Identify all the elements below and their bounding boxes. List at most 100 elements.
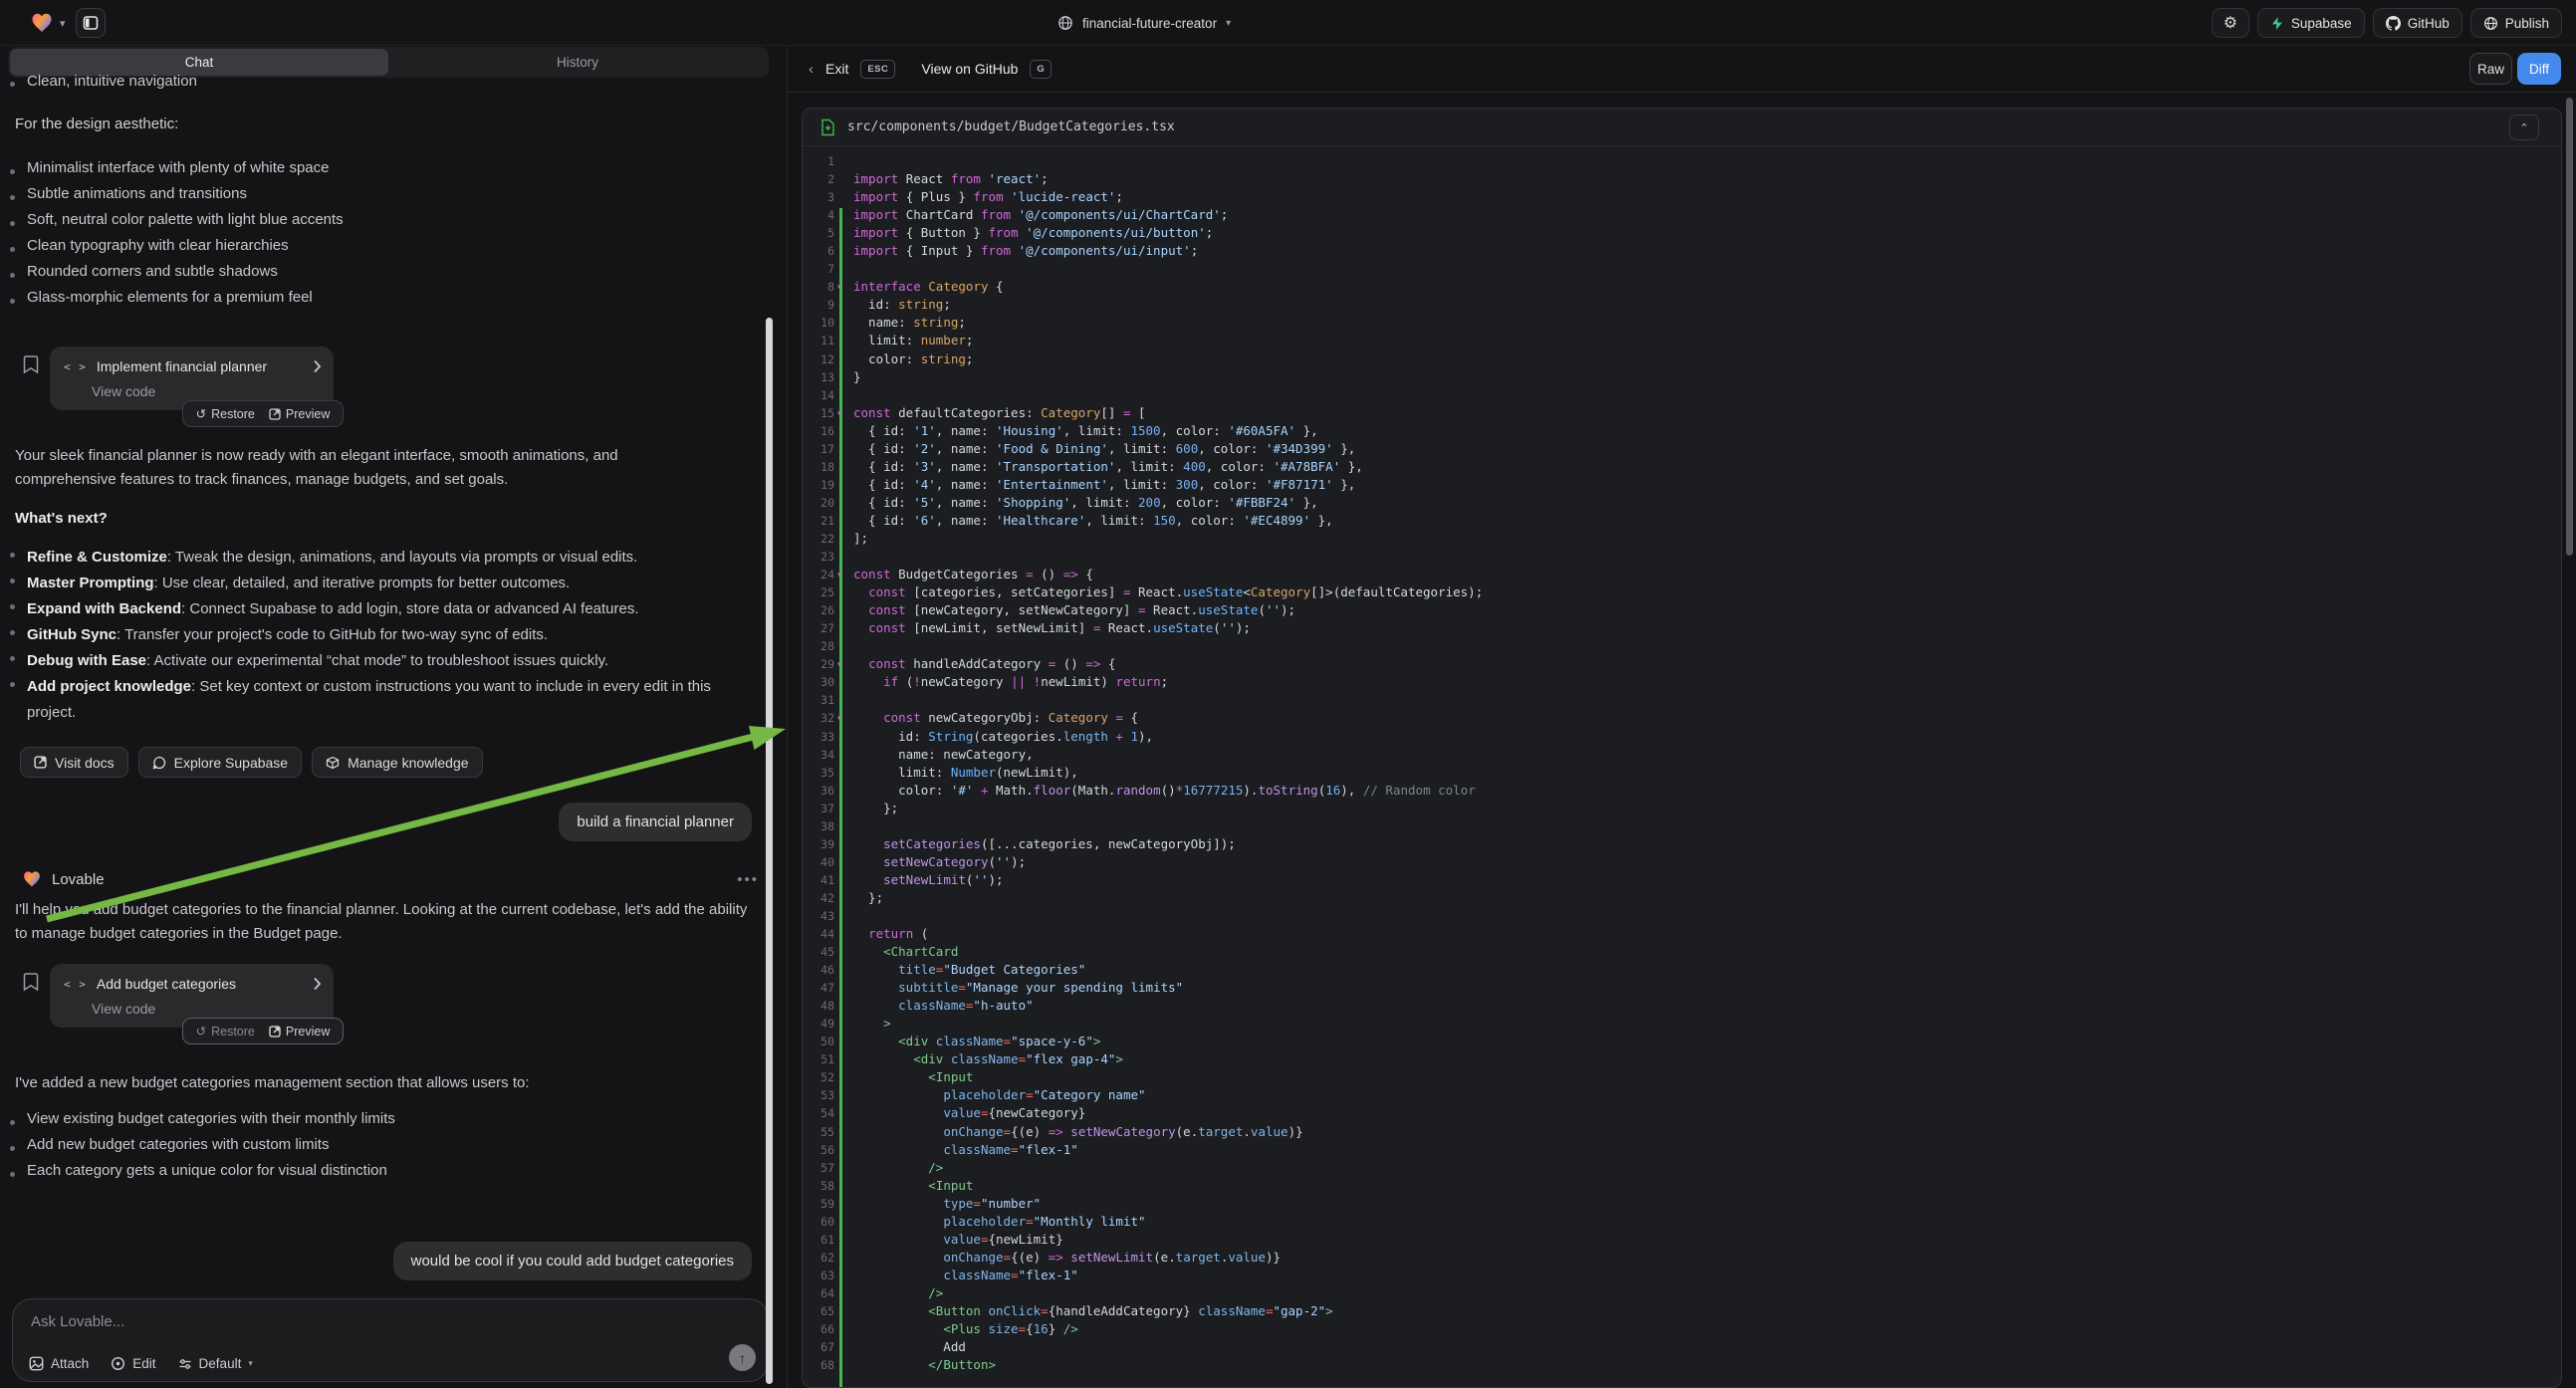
restore-icon: ↺ <box>196 1024 206 1039</box>
code-line: 63 className="flex-1" <box>803 1267 2561 1284</box>
supabase-button[interactable]: Supabase <box>2257 8 2365 38</box>
assistant-message: Your sleek financial planner is now read… <box>15 444 684 491</box>
top-bar: ▾ financial-future-creator ▾ ⚙ Supabase … <box>0 0 2576 46</box>
publish-button[interactable]: Publish <box>2470 8 2562 38</box>
code-line: 37 }; <box>803 800 2561 817</box>
bookmark-icon[interactable] <box>22 972 40 992</box>
code-text: setNewCategory(''); <box>853 853 1026 871</box>
chevron-right-icon <box>313 359 322 373</box>
code-line: 7 <box>803 260 2561 278</box>
code-text: import ChartCard from '@/components/ui/C… <box>853 206 1228 224</box>
code-text: className="h-auto" <box>853 997 1034 1015</box>
chat-input[interactable] <box>31 1313 708 1330</box>
fold-chevron-icon[interactable]: ▼ <box>837 405 842 423</box>
preview-button[interactable]: Preview <box>269 407 330 421</box>
fold-chevron-icon[interactable]: ▼ <box>837 656 842 674</box>
line-number: 58 <box>803 1177 834 1195</box>
code-line: 51 <div className="flex gap-4"> <box>803 1050 2561 1068</box>
code-text: color: string; <box>853 350 973 368</box>
preview-button[interactable]: Preview <box>269 1025 330 1039</box>
list-item: Add new budget categories with custom li… <box>0 1131 395 1157</box>
code-line: 17 { id: '2', name: 'Food & Dining', lim… <box>803 440 2561 458</box>
line-number: 24 <box>803 566 834 583</box>
gear-icon: ⚙ <box>2224 13 2237 33</box>
line-number: 21 <box>803 512 834 530</box>
raw-toggle-button[interactable]: Raw <box>2469 53 2512 85</box>
code-line: 39 setCategories([...categories, newCate… <box>803 835 2561 853</box>
bookmark-icon[interactable] <box>22 354 40 374</box>
line-number: 15 <box>803 404 834 422</box>
code-line: 26 const [newCategory, setNewCategory] =… <box>803 601 2561 619</box>
bullet-dot <box>10 1120 15 1125</box>
restore-button[interactable]: ↺Restore <box>196 406 255 421</box>
model-selector[interactable]: Default ▾ <box>178 1356 253 1371</box>
code-line: 36 color: '#' + Math.floor(Math.random()… <box>803 782 2561 800</box>
list-item-text: Add new budget categories with custom li… <box>27 1137 329 1152</box>
line-number: 47 <box>803 979 834 997</box>
code-line: 43 <box>803 907 2561 925</box>
project-switcher[interactable]: financial-future-creator ▾ <box>1057 10 1231 36</box>
list-item-text: Master Prompting: Use clear, detailed, a… <box>27 571 570 596</box>
code-text: const handleAddCategory = () => { <box>853 655 1115 673</box>
line-number: 14 <box>803 386 834 404</box>
line-number: 8 <box>803 278 834 296</box>
logo-menu-chevron-icon[interactable]: ▾ <box>60 17 66 30</box>
list-item-text: Refine & Customize: Tweak the design, an… <box>27 545 637 571</box>
exit-button[interactable]: Exit <box>825 61 848 77</box>
view-on-github-button[interactable]: View on GitHub <box>921 61 1018 77</box>
fold-chevron-icon[interactable]: ▼ <box>837 710 842 728</box>
code-scrollbar-thumb[interactable] <box>2566 98 2573 556</box>
whats-next-list: Refine & Customize: Tweak the design, an… <box>0 545 757 726</box>
code-line: 10 name: string; <box>803 314 2561 332</box>
code-line: 60 placeholder="Monthly limit" <box>803 1213 2561 1231</box>
manage-knowledge-button[interactable]: Manage knowledge <box>312 747 482 778</box>
code-text: Add <box>853 1338 966 1356</box>
publish-globe-icon <box>2483 16 2498 31</box>
file-added-icon <box>820 118 835 136</box>
diff-toggle-button[interactable]: Diff <box>2517 53 2561 85</box>
external-link-icon <box>34 756 47 769</box>
attach-button[interactable]: Attach <box>29 1356 89 1371</box>
supabase-label: Supabase <box>2291 16 2352 31</box>
external-link-icon <box>269 408 281 420</box>
code-line: 38 <box>803 817 2561 835</box>
fold-chevron-icon[interactable]: ▼ <box>837 567 842 584</box>
chat-scrollbar-thumb[interactable] <box>766 318 773 1384</box>
arrow-up-icon: ↑ <box>739 1350 746 1366</box>
view-code-link[interactable]: View code <box>92 383 322 399</box>
settings-button[interactable]: ⚙ <box>2212 8 2249 38</box>
list-item-text: Glass-morphic elements for a premium fee… <box>27 290 313 305</box>
code-text: interface Category { <box>853 278 1004 296</box>
chat-panel: Chat History Clean, intuitive navigation… <box>0 46 787 1388</box>
visit-docs-button[interactable]: Visit docs <box>20 747 128 778</box>
edit-mode-button[interactable]: Edit <box>111 1356 155 1371</box>
file-path: src/components/budget/BudgetCategories.t… <box>847 119 1175 134</box>
code-line: 2import React from 'react'; <box>803 170 2561 188</box>
sidebar-toggle-button[interactable] <box>76 8 106 38</box>
message-more-menu[interactable]: ••• <box>737 871 759 888</box>
explore-supabase-button[interactable]: Explore Supabase <box>138 747 302 778</box>
lovable-logo-icon[interactable] <box>30 11 54 35</box>
code-line: 35 limit: Number(newLimit), <box>803 764 2561 782</box>
restore-button[interactable]: ↺Restore <box>196 1024 255 1039</box>
code-text: limit: number; <box>853 332 973 349</box>
line-number: 63 <box>803 1267 834 1284</box>
tab-chat[interactable]: Chat <box>10 49 388 76</box>
code-text: id: String(categories.length + 1), <box>853 728 1153 746</box>
send-button[interactable]: ↑ <box>729 1344 756 1371</box>
github-button[interactable]: GitHub <box>2373 8 2462 38</box>
fold-chevron-icon[interactable]: ▼ <box>837 279 842 297</box>
list-item: Clean typography with clear hierarchies <box>0 232 344 258</box>
line-number: 56 <box>803 1141 834 1159</box>
view-code-link[interactable]: View code <box>92 1001 322 1017</box>
tab-history[interactable]: History <box>388 49 767 76</box>
file-card-header[interactable]: src/components/budget/BudgetCategories.t… <box>803 109 2561 146</box>
line-number: 7 <box>803 260 834 278</box>
line-number: 39 <box>803 835 834 853</box>
line-number: 32 <box>803 709 834 727</box>
line-number: 45 <box>803 943 834 961</box>
list-item: Add project knowledge: Set key context o… <box>0 674 757 726</box>
code-line: 61 value={newLimit} <box>803 1231 2561 1249</box>
collapse-file-button[interactable]: ⌃ <box>2509 115 2539 140</box>
sliders-icon <box>178 1357 192 1371</box>
